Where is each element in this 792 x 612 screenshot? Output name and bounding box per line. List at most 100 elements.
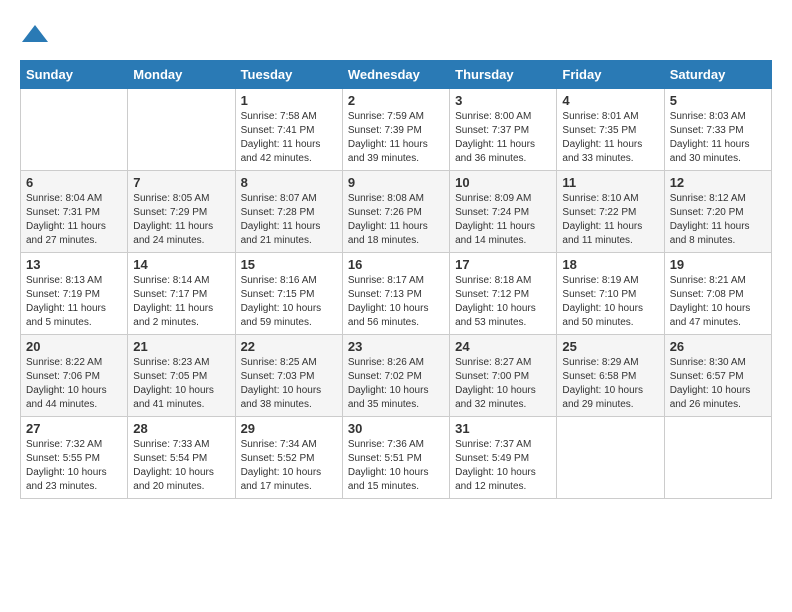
day-number: 15 [241,257,337,272]
calendar-cell: 1Sunrise: 7:58 AM Sunset: 7:41 PM Daylig… [235,89,342,171]
day-info: Sunrise: 7:34 AM Sunset: 5:52 PM Dayligh… [241,438,337,494]
day-number: 8 [241,175,337,190]
day-number: 25 [562,339,658,354]
calendar-cell: 15 Sunrise: 8:16 AM Sunset: 7:15 PM Dayli… [235,253,342,335]
day-number: 28 [133,421,229,436]
day-number: 11 [562,175,658,190]
day-number: 24 [455,339,551,354]
calendar-cell: 24 Sunrise: 8:27 AM Sunset: 7:00 PM Dayli… [450,335,557,417]
calendar-cell: 20 Sunrise: 8:22 AM Sunset: 7:06 PM Dayli… [21,335,128,417]
day-info: Sunrise: 8:13 AM Sunset: 7:19 PM Dayligh… [26,274,122,330]
day-info: Sunrise: 8:00 AM Sunset: 7:37 PM Dayligh… [455,110,551,166]
calendar-week-row: 13 Sunrise: 8:13 AM Sunset: 7:19 PM Dayli… [21,253,772,335]
calendar-cell [128,89,235,171]
day-number: 26 [670,339,766,354]
calendar-week-row: 1Sunrise: 7:58 AM Sunset: 7:41 PM Daylig… [21,89,772,171]
calendar-week-row: 20 Sunrise: 8:22 AM Sunset: 7:06 PM Dayli… [21,335,772,417]
calendar-cell: 19 Sunrise: 8:21 AM Sunset: 7:08 PM Dayli… [664,253,771,335]
day-number: 14 [133,257,229,272]
day-number: 20 [26,339,122,354]
weekday-header-saturday: Saturday [664,61,771,89]
day-info: Sunrise: 8:23 AM Sunset: 7:05 PM Dayligh… [133,356,229,412]
day-number: 3 [455,93,551,108]
calendar-cell [664,417,771,499]
day-info: Sunrise: 8:16 AM Sunset: 7:15 PM Dayligh… [241,274,337,330]
calendar-cell: 28 Sunrise: 7:33 AM Sunset: 5:54 PM Dayli… [128,417,235,499]
day-info: Sunrise: 7:33 AM Sunset: 5:54 PM Dayligh… [133,438,229,494]
day-info: Sunrise: 8:10 AM Sunset: 7:22 PM Dayligh… [562,192,658,248]
day-info: Sunrise: 7:37 AM Sunset: 5:49 PM Dayligh… [455,438,551,494]
calendar-cell: 21Sunrise: 8:23 AM Sunset: 7:05 PM Dayli… [128,335,235,417]
calendar-cell: 30 Sunrise: 7:36 AM Sunset: 5:51 PM Dayli… [342,417,449,499]
calendar-cell: 11 Sunrise: 8:10 AM Sunset: 7:22 PM Dayli… [557,171,664,253]
calendar-cell: 13 Sunrise: 8:13 AM Sunset: 7:19 PM Dayli… [21,253,128,335]
calendar-cell: 2 Sunrise: 7:59 AM Sunset: 7:39 PM Daylig… [342,89,449,171]
weekday-header-tuesday: Tuesday [235,61,342,89]
day-info: Sunrise: 8:05 AM Sunset: 7:29 PM Dayligh… [133,192,229,248]
calendar-table: SundayMondayTuesdayWednesdayThursdayFrid… [20,60,772,499]
day-info: Sunrise: 8:12 AM Sunset: 7:20 PM Dayligh… [670,192,766,248]
day-info: Sunrise: 8:27 AM Sunset: 7:00 PM Dayligh… [455,356,551,412]
day-number: 12 [670,175,766,190]
calendar-cell: 18Sunrise: 8:19 AM Sunset: 7:10 PM Dayli… [557,253,664,335]
weekday-header-wednesday: Wednesday [342,61,449,89]
calendar-cell: 10 Sunrise: 8:09 AM Sunset: 7:24 PM Dayli… [450,171,557,253]
day-info: Sunrise: 8:26 AM Sunset: 7:02 PM Dayligh… [348,356,444,412]
day-number: 29 [241,421,337,436]
day-info: Sunrise: 7:59 AM Sunset: 7:39 PM Dayligh… [348,110,444,166]
day-info: Sunrise: 8:04 AM Sunset: 7:31 PM Dayligh… [26,192,122,248]
logo-icon [20,20,50,50]
calendar-week-row: 27 Sunrise: 7:32 AM Sunset: 5:55 PM Dayli… [21,417,772,499]
day-number: 22 [241,339,337,354]
calendar-cell: 22Sunrise: 8:25 AM Sunset: 7:03 PM Dayli… [235,335,342,417]
day-number: 30 [348,421,444,436]
weekday-header-sunday: Sunday [21,61,128,89]
day-info: Sunrise: 7:36 AM Sunset: 5:51 PM Dayligh… [348,438,444,494]
calendar-cell: 23 Sunrise: 8:26 AM Sunset: 7:02 PM Dayli… [342,335,449,417]
calendar-cell: 31 Sunrise: 7:37 AM Sunset: 5:49 PM Dayli… [450,417,557,499]
day-number: 17 [455,257,551,272]
day-info: Sunrise: 8:21 AM Sunset: 7:08 PM Dayligh… [670,274,766,330]
day-info: Sunrise: 8:22 AM Sunset: 7:06 PM Dayligh… [26,356,122,412]
day-number: 10 [455,175,551,190]
weekday-header-friday: Friday [557,61,664,89]
calendar-cell [557,417,664,499]
weekday-header-thursday: Thursday [450,61,557,89]
day-number: 7 [133,175,229,190]
calendar-cell: 14 Sunrise: 8:14 AM Sunset: 7:17 PM Dayli… [128,253,235,335]
day-info: Sunrise: 8:09 AM Sunset: 7:24 PM Dayligh… [455,192,551,248]
day-number: 2 [348,93,444,108]
day-number: 18 [562,257,658,272]
day-info: Sunrise: 8:17 AM Sunset: 7:13 PM Dayligh… [348,274,444,330]
calendar-cell: 26Sunrise: 8:30 AM Sunset: 6:57 PM Dayli… [664,335,771,417]
day-number: 9 [348,175,444,190]
day-number: 5 [670,93,766,108]
calendar-cell: 7 Sunrise: 8:05 AM Sunset: 7:29 PM Daylig… [128,171,235,253]
weekday-header-monday: Monday [128,61,235,89]
calendar-week-row: 6 Sunrise: 8:04 AM Sunset: 7:31 PM Daylig… [21,171,772,253]
calendar-cell: 3 Sunrise: 8:00 AM Sunset: 7:37 PM Daylig… [450,89,557,171]
day-number: 16 [348,257,444,272]
day-info: Sunrise: 8:29 AM Sunset: 6:58 PM Dayligh… [562,356,658,412]
day-number: 23 [348,339,444,354]
weekday-header-row: SundayMondayTuesdayWednesdayThursdayFrid… [21,61,772,89]
calendar-cell: 25 Sunrise: 8:29 AM Sunset: 6:58 PM Dayli… [557,335,664,417]
day-info: Sunrise: 8:14 AM Sunset: 7:17 PM Dayligh… [133,274,229,330]
day-number: 31 [455,421,551,436]
calendar-cell: 6 Sunrise: 8:04 AM Sunset: 7:31 PM Daylig… [21,171,128,253]
day-info: Sunrise: 8:01 AM Sunset: 7:35 PM Dayligh… [562,110,658,166]
day-info: Sunrise: 8:08 AM Sunset: 7:26 PM Dayligh… [348,192,444,248]
day-number: 13 [26,257,122,272]
day-number: 6 [26,175,122,190]
day-number: 19 [670,257,766,272]
calendar-cell: 29 Sunrise: 7:34 AM Sunset: 5:52 PM Dayli… [235,417,342,499]
day-info: Sunrise: 8:07 AM Sunset: 7:28 PM Dayligh… [241,192,337,248]
calendar-cell: 9 Sunrise: 8:08 AM Sunset: 7:26 PM Daylig… [342,171,449,253]
day-info: Sunrise: 7:32 AM Sunset: 5:55 PM Dayligh… [26,438,122,494]
day-number: 27 [26,421,122,436]
calendar-cell: 17Sunrise: 8:18 AM Sunset: 7:12 PM Dayli… [450,253,557,335]
calendar-cell: 27 Sunrise: 7:32 AM Sunset: 5:55 PM Dayli… [21,417,128,499]
day-info: Sunrise: 8:03 AM Sunset: 7:33 PM Dayligh… [670,110,766,166]
day-number: 4 [562,93,658,108]
calendar-cell: 5 Sunrise: 8:03 AM Sunset: 7:33 PM Daylig… [664,89,771,171]
